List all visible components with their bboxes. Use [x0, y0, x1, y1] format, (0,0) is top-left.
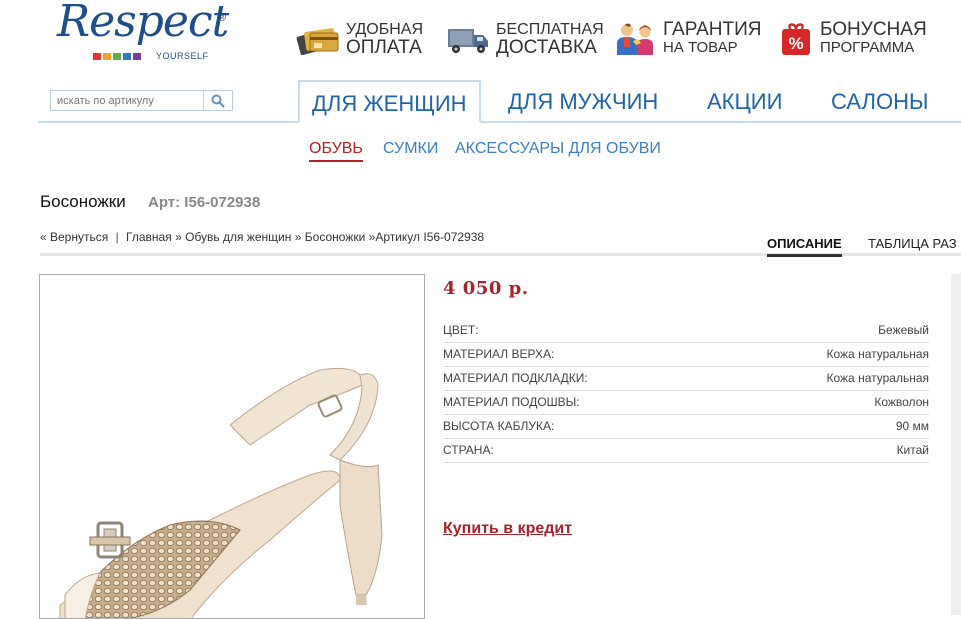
- breadcrumb-current: Артикул I56-072938: [375, 230, 485, 244]
- breadcrumb: « Вернуться | Главная » Обувь для женщин…: [40, 230, 484, 244]
- logo-stripe: [93, 53, 101, 60]
- spec-value: 90 мм: [895, 419, 929, 433]
- spec-value: Кожа натуральная: [826, 371, 930, 385]
- spec-key: МАТЕРИАЛ ВЕРХА:: [443, 347, 555, 361]
- logo-stripe: [133, 53, 141, 60]
- spec-row: СТРАНА: Китай: [443, 440, 929, 463]
- feature-bonus-text: БОНУСНАЯ ПРОГРАММА: [820, 19, 927, 57]
- feature-line: ГАРАНТИЯ: [663, 19, 762, 40]
- percent-gift-icon: %: [778, 21, 814, 57]
- subnav-shoes[interactable]: ОБУВЬ: [309, 140, 363, 162]
- svg-text:%: %: [788, 34, 803, 53]
- logo-registered-mark: ®: [218, 12, 227, 24]
- spec-row: МАТЕРИАЛ ПОДОШВЫ: Кожволон: [443, 392, 929, 415]
- tab-size-table[interactable]: ТАБЛИЦА РАЗ: [868, 236, 957, 251]
- logo-stripe: [123, 53, 131, 60]
- feature-delivery-text: БЕСПЛАТНАЯ ДОСТАВКА: [496, 21, 604, 57]
- subnav-bags[interactable]: СУМКИ: [383, 140, 438, 158]
- product-title: Босоножки: [40, 192, 126, 211]
- delivery-truck-icon: [446, 21, 490, 57]
- feature-bonus[interactable]: % БОНУСНАЯ ПРОГРАММА: [778, 18, 927, 60]
- search-icon: [211, 94, 225, 108]
- logo-stripe: [103, 53, 111, 60]
- credit-card-icon: [296, 21, 340, 57]
- spec-value: Кожволон: [874, 395, 929, 409]
- spec-row: ВЫСОТА КАБЛУКА: 90 мм: [443, 416, 929, 439]
- spec-key: ЦВЕТ:: [443, 323, 479, 337]
- guarantee-people-icon: [613, 21, 657, 57]
- breadcrumb-category-link[interactable]: Обувь для женщин: [185, 230, 291, 244]
- spec-key: СТРАНА:: [443, 443, 494, 457]
- feature-line: ОПЛАТА: [346, 37, 422, 58]
- feature-payment-text: УДОБНАЯ ОПЛАТА: [346, 21, 423, 57]
- nav-tab-stores[interactable]: САЛОНЫ: [831, 80, 928, 122]
- breadcrumb-arrow: »: [175, 230, 182, 244]
- logo-wordmark: Respect: [57, 0, 229, 47]
- spec-row: МАТЕРИАЛ ПОДКЛАДКИ: Кожа натуральная: [443, 368, 929, 391]
- nav-tab-sales[interactable]: АКЦИИ: [707, 80, 782, 122]
- feature-line: ПРОГРАММА: [820, 39, 915, 56]
- product-article: Арт: I56-072938: [148, 194, 261, 211]
- logo-stripe: [113, 53, 121, 60]
- search-box: [50, 90, 233, 111]
- breadcrumb-subcategory-link[interactable]: Босоножки: [305, 230, 366, 244]
- feature-line: ДОСТАВКА: [496, 37, 597, 58]
- nav-tab-women[interactable]: ДЛЯ ЖЕНЩИН: [298, 80, 481, 123]
- feature-guarantee-text: ГАРАНТИЯ НА ТОВАР: [663, 19, 762, 57]
- product-specs: ЦВЕТ: Бежевый МАТЕРИАЛ ВЕРХА: Кожа натур…: [443, 320, 929, 464]
- subnav-accessories[interactable]: АКСЕССУАРЫ ДЛЯ ОБУВИ: [455, 140, 661, 158]
- buy-on-credit-link[interactable]: Купить в кредит: [443, 520, 572, 538]
- breadcrumb-arrow: »: [294, 230, 302, 244]
- main-nav-underline: [38, 121, 961, 123]
- spec-row: ЦВЕТ: Бежевый: [443, 320, 929, 343]
- nav-tab-men[interactable]: ДЛЯ МУЖЧИН: [508, 80, 658, 122]
- feature-payment[interactable]: УДОБНАЯ ОПЛАТА: [296, 18, 423, 60]
- feature-delivery[interactable]: БЕСПЛАТНАЯ ДОСТАВКА: [446, 18, 604, 60]
- spec-key: МАТЕРИАЛ ПОДКЛАДКИ:: [443, 371, 588, 385]
- spec-key: ВЫСОТА КАБЛУКА:: [443, 419, 555, 433]
- spec-value: Кожа натуральная: [826, 347, 930, 361]
- spec-value: Бежевый: [878, 323, 929, 337]
- feature-line: НА ТОВАР: [663, 39, 738, 56]
- search-button[interactable]: [203, 91, 232, 110]
- product-price: 4 050 р.: [443, 278, 529, 299]
- feature-guarantee[interactable]: ГАРАНТИЯ НА ТОВАР: [613, 18, 761, 60]
- spec-key: МАТЕРИАЛ ПОДОШВЫ:: [443, 395, 580, 409]
- search-input[interactable]: [51, 91, 207, 111]
- spec-row: МАТЕРИАЛ ВЕРХА: Кожа натуральная: [443, 344, 929, 367]
- logo-tagline: YOURSELF: [156, 51, 209, 61]
- sandal-image: [59, 367, 383, 618]
- breadcrumb-home-link[interactable]: Главная: [126, 230, 172, 244]
- site-logo[interactable]: Respect ® YOURSELF: [55, 0, 230, 70]
- logo-color-stripes: [93, 53, 141, 60]
- scroll-track[interactable]: [951, 274, 961, 615]
- breadcrumb-divider: |: [115, 230, 119, 244]
- feature-line: БОНУСНАЯ: [820, 19, 927, 40]
- breadcrumb-back-link[interactable]: « Вернуться: [40, 230, 108, 244]
- tab-description[interactable]: ОПИСАНИЕ: [767, 236, 842, 257]
- product-image[interactable]: [39, 274, 425, 619]
- spec-value: Китай: [896, 443, 929, 457]
